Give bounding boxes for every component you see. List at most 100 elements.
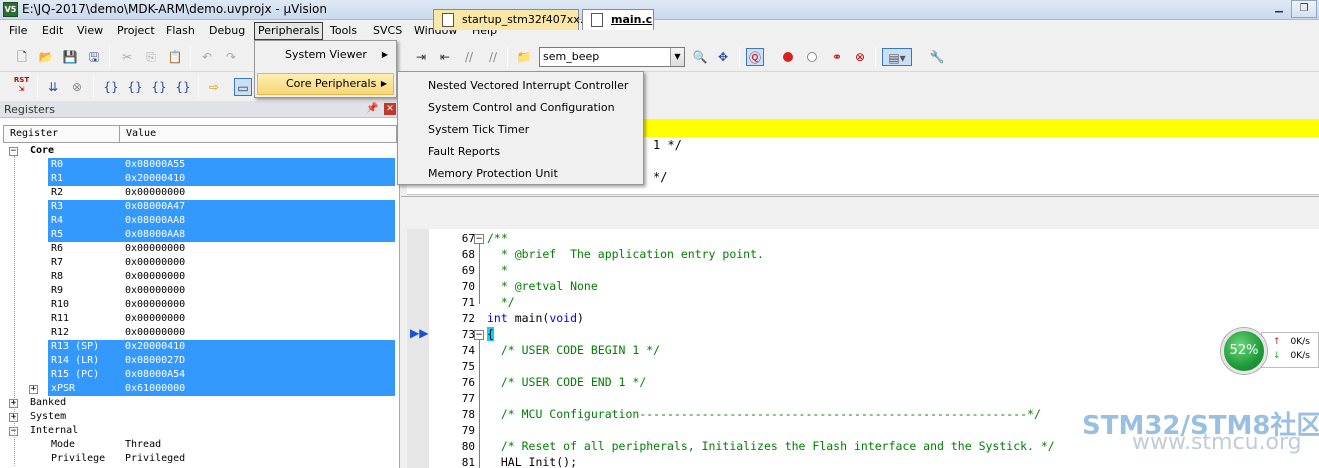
register-value[interactable]: 0x00000000	[125, 298, 185, 312]
open-folder-icon[interactable]: 📂	[37, 48, 55, 66]
code-line[interactable]: /* Reset of all peripherals, Initializes…	[487, 439, 1055, 453]
register-value[interactable]: 0x61000000	[125, 382, 185, 396]
show-next-statement-icon[interactable]: ⇨	[205, 78, 223, 96]
register-row[interactable]: R0 0x08000A55	[0, 158, 400, 172]
register-row[interactable]: Mode Thread	[0, 438, 400, 452]
code-line[interactable]: {	[487, 327, 494, 341]
stop-icon[interactable]: ⊗	[68, 78, 86, 96]
undo-icon[interactable]: ↶	[198, 48, 216, 66]
column-value[interactable]: Value	[126, 128, 156, 139]
window-layout-icon[interactable]: ▤▾	[882, 48, 912, 66]
register-value[interactable]: 0x00000000	[125, 326, 185, 340]
register-value[interactable]: 0x08000A54	[125, 368, 185, 382]
step-over-icon[interactable]: {}	[126, 78, 144, 96]
register-row[interactable]: R11 0x00000000	[0, 312, 400, 326]
restore-icon[interactable]: ❐	[1291, 0, 1317, 18]
step-into-icon[interactable]: {}	[102, 78, 120, 96]
register-value[interactable]: Privileged	[125, 452, 185, 466]
menu-flash[interactable]: Flash	[166, 23, 195, 39]
step-out-icon[interactable]: {}	[150, 78, 168, 96]
register-row[interactable]: R7 0x00000000	[0, 256, 400, 270]
register-value[interactable]: 0x00000000	[125, 270, 185, 284]
menu-edit[interactable]: Edit	[42, 23, 63, 39]
menu-file[interactable]: File	[9, 23, 27, 39]
fold-icon[interactable]: −	[474, 330, 484, 340]
tree-node-internal[interactable]: − Internal	[0, 424, 400, 438]
menu-item-system-control[interactable]: System Control and Configuration	[400, 97, 641, 119]
fold-icon[interactable]: −	[474, 234, 484, 244]
disable-breakpoint-icon[interactable]	[807, 52, 817, 62]
register-row[interactable]: R3 0x08000A47	[0, 200, 400, 214]
column-register[interactable]: Register	[10, 128, 58, 139]
menu-peripherals[interactable]: Peripherals	[254, 22, 324, 40]
menu-view[interactable]: View	[77, 23, 103, 39]
comment-icon[interactable]: //	[460, 48, 478, 66]
tree-node-system[interactable]: + System	[0, 410, 400, 424]
register-row[interactable]: R1 0x20000410	[0, 172, 400, 186]
register-value[interactable]: 0x0800027D	[125, 354, 185, 368]
paste-icon[interactable]: 📋	[166, 48, 184, 66]
register-row[interactable]: R6 0x00000000	[0, 242, 400, 256]
register-row[interactable]: + xPSR 0x61000000	[0, 382, 400, 396]
uncomment-icon[interactable]: ∕∕	[484, 48, 502, 66]
register-value[interactable]: 0x00000000	[125, 242, 185, 256]
reset-button[interactable]: RST ⇲	[12, 76, 31, 98]
save-icon[interactable]: 💾	[61, 48, 79, 66]
menu-svcs[interactable]: SVCS	[373, 23, 402, 39]
register-row[interactable]: R5 0x08000AA8	[0, 228, 400, 242]
menu-item-fault-reports[interactable]: Fault Reports	[400, 141, 641, 163]
column-divider[interactable]	[119, 126, 120, 142]
register-value[interactable]: Thread	[125, 438, 161, 452]
debug-session-icon[interactable]: Ⓠ	[746, 48, 764, 66]
menu-tools[interactable]: Tools	[330, 23, 357, 39]
register-row[interactable]: R10 0x00000000	[0, 298, 400, 312]
register-value[interactable]: 0x08000AA8	[125, 228, 185, 242]
register-value[interactable]: 0x20000410	[125, 340, 185, 354]
command-window-icon[interactable]: ▭	[234, 78, 252, 96]
disable-all-breakpoints-icon[interactable]: ⚭	[828, 48, 846, 66]
register-row[interactable]: R15 (PC) 0x08000A54	[0, 368, 400, 382]
code-line[interactable]: /**	[487, 231, 508, 245]
configure-icon[interactable]: 🔧	[928, 48, 946, 66]
close-icon[interactable]: ✕	[384, 103, 396, 115]
find-in-files-icon[interactable]: 📁	[515, 48, 533, 66]
register-row[interactable]: R8 0x00000000	[0, 270, 400, 284]
register-row[interactable]: R12 0x00000000	[0, 326, 400, 340]
tree-node-core[interactable]: − Core	[0, 144, 400, 158]
run-to-cursor-icon[interactable]: {}	[174, 78, 192, 96]
code-line[interactable]: /* USER CODE END 1 */	[487, 375, 646, 389]
network-monitor-widget[interactable]: 52% ↑ 0K/s ↓ 0K/s	[1221, 328, 1319, 374]
breakpoint-icon[interactable]	[783, 52, 793, 62]
collapse-icon[interactable]: −	[9, 147, 18, 156]
indent-icon[interactable]: ⇥	[412, 48, 430, 66]
register-row[interactable]: R4 0x08000AA8	[0, 214, 400, 228]
register-row[interactable]: R14 (LR) 0x0800027D	[0, 354, 400, 368]
pin-icon[interactable]: 📌	[366, 103, 378, 114]
expand-icon[interactable]: +	[29, 385, 38, 394]
code-line[interactable]: * @retval None	[487, 279, 598, 293]
run-icon[interactable]: ⇊	[44, 78, 62, 96]
register-value[interactable]: 0x08000AA8	[125, 214, 185, 228]
code-line[interactable]: int main(void)	[487, 311, 584, 325]
register-row[interactable]: R13 (SP) 0x20000410	[0, 340, 400, 354]
register-row[interactable]: Privilege Privileged	[0, 452, 400, 466]
menu-project[interactable]: Project	[117, 23, 155, 39]
unindent-icon[interactable]: ⇤	[436, 48, 454, 66]
menu-item-mpu[interactable]: Memory Protection Unit	[400, 163, 641, 185]
menu-item-system-viewer[interactable]: System Viewer ▶	[257, 44, 394, 66]
register-value[interactable]: 0x08000A47	[125, 200, 185, 214]
tab-main-c[interactable]: main.c	[582, 9, 654, 30]
chevron-down-icon[interactable]: ▼	[670, 48, 684, 66]
minimize-icon[interactable]: ▁	[1267, 0, 1291, 18]
tree-node-banked[interactable]: + Banked	[0, 396, 400, 410]
code-line[interactable]: *	[487, 263, 508, 277]
register-value[interactable]: 0x20000410	[125, 172, 185, 186]
redo-icon[interactable]: ↷	[222, 48, 240, 66]
tab-startup-file[interactable]: startup_stm32f407xx.s	[433, 9, 589, 30]
menu-debug[interactable]: Debug	[209, 23, 245, 39]
find-icon[interactable]: 🔍	[691, 48, 709, 66]
code-line[interactable]: /* MCU Configuration--------------------…	[487, 407, 1041, 421]
kill-all-breakpoints-icon[interactable]: ⊗	[851, 48, 869, 66]
target-combo[interactable]: sem_beep ▼	[539, 47, 685, 67]
register-row[interactable]: R2 0x00000000	[0, 186, 400, 200]
